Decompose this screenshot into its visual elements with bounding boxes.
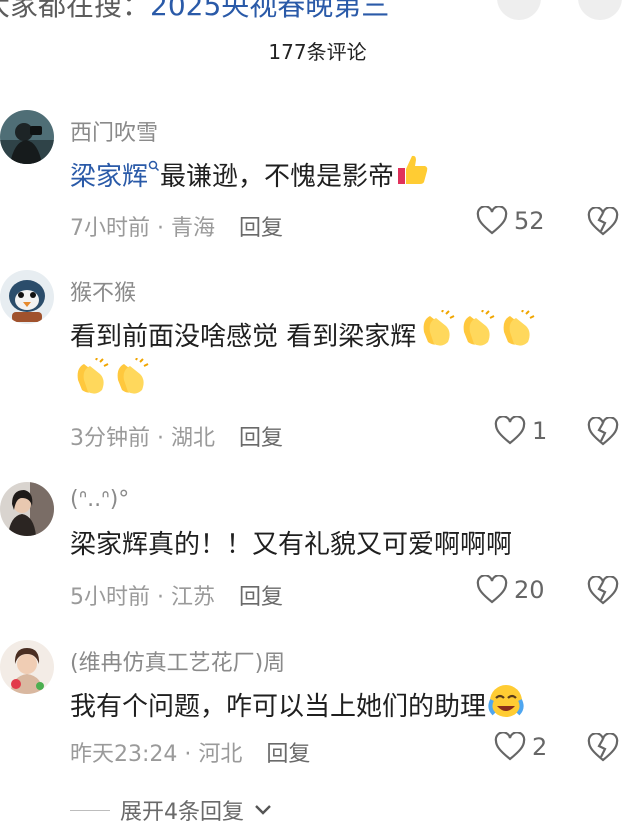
chevron-down-icon	[255, 805, 271, 815]
dislike-button[interactable]	[586, 417, 620, 447]
expand-divider	[70, 809, 110, 811]
comment-meta: 3分钟前 · 湖北 回复	[70, 426, 284, 451]
comment-meta: 5小时前 · 江苏 回复	[70, 585, 284, 610]
like-count: 1	[532, 417, 548, 445]
hot-search-text[interactable]: 大家都在搜：2025央视春晚第三	[0, 0, 389, 22]
mention-link[interactable]: 梁家辉	[70, 160, 160, 192]
like-count: 20	[514, 576, 545, 604]
reply-button[interactable]: 回复	[239, 216, 283, 241]
comment-location: 青海	[170, 216, 215, 241]
hot-search-query[interactable]: 2025央视春晚第三	[150, 0, 389, 22]
heart-outline-icon	[494, 416, 526, 445]
avatar[interactable]	[0, 482, 54, 536]
comment-meta: 昨天23:24 · 河北 回复	[70, 742, 311, 767]
like-button[interactable]: 1	[494, 416, 547, 446]
top-search-bar[interactable]: 大家都在搜：2025央视春晚第三	[0, 0, 635, 22]
comment-time: 7小时前	[70, 216, 150, 241]
comment-text: 看到前面没啥感觉 看到梁家辉	[70, 309, 536, 365]
like-button[interactable]: 52	[476, 206, 545, 236]
header-action-button[interactable]	[497, 0, 541, 20]
dislike-button[interactable]	[586, 576, 620, 606]
comment-time: 昨天23:24	[70, 742, 178, 767]
like-button[interactable]: 2	[494, 732, 547, 762]
comment-text-line2	[70, 357, 150, 413]
comment-count: 177条评论	[268, 40, 367, 64]
heart-outline-icon	[476, 575, 508, 604]
comment-time: 5小时前	[70, 585, 150, 610]
hot-search-prefix: 大家都在搜：	[0, 0, 151, 22]
clapping-hands-emoji	[416, 309, 456, 365]
comment-text: 我有个问题，咋可以当上她们的助理	[70, 680, 526, 735]
dislike-button[interactable]	[586, 207, 620, 237]
comment-text: 梁家辉 最谦逊，不愧是影帝	[70, 152, 430, 203]
clapping-hands-emoji	[456, 309, 496, 365]
like-count: 2	[532, 733, 548, 761]
close-button[interactable]	[578, 0, 622, 20]
avatar[interactable]	[0, 640, 54, 694]
avatar[interactable]	[0, 270, 54, 324]
clapping-hands-emoji	[70, 357, 110, 413]
like-button[interactable]: 20	[476, 575, 545, 605]
broken-heart-icon	[587, 733, 619, 762]
clapping-hands-emoji	[110, 357, 150, 413]
comment-meta: 7小时前 · 青海 回复	[70, 216, 284, 241]
dislike-button[interactable]	[586, 733, 620, 763]
username[interactable]: (维冉仿真工艺花厂)周	[70, 645, 285, 677]
crying-smile-emoji	[486, 680, 526, 735]
thumbs-up-emoji	[394, 152, 430, 203]
comment-location: 河北	[198, 742, 243, 767]
reply-button[interactable]: 回复	[239, 585, 283, 610]
avatar[interactable]	[0, 110, 54, 164]
expand-replies-button[interactable]: 展开4条回复	[70, 794, 272, 826]
broken-heart-icon	[587, 207, 619, 236]
username[interactable]: 猴不猴	[70, 275, 136, 307]
reply-button[interactable]: 回复	[266, 742, 310, 767]
reply-button[interactable]: 回复	[239, 426, 283, 451]
broken-heart-icon	[587, 576, 619, 605]
heart-outline-icon	[476, 206, 508, 235]
magnifier-small-icon	[148, 160, 160, 172]
heart-outline-icon	[494, 732, 526, 761]
expand-replies-label: 展开4条回复	[120, 800, 244, 825]
username[interactable]: (ᐢ..ᐢ)°	[70, 487, 129, 512]
comment-location: 湖北	[170, 426, 215, 451]
comment-time: 3分钟前	[70, 426, 150, 451]
broken-heart-icon	[587, 417, 619, 446]
username[interactable]: 西门吹雪	[70, 115, 158, 147]
comment-text: 梁家辉真的！！又有礼貌又可爱啊啊啊	[70, 530, 513, 560]
like-count: 52	[514, 207, 545, 235]
comment-location: 江苏	[170, 585, 215, 610]
clapping-hands-emoji	[496, 309, 536, 365]
